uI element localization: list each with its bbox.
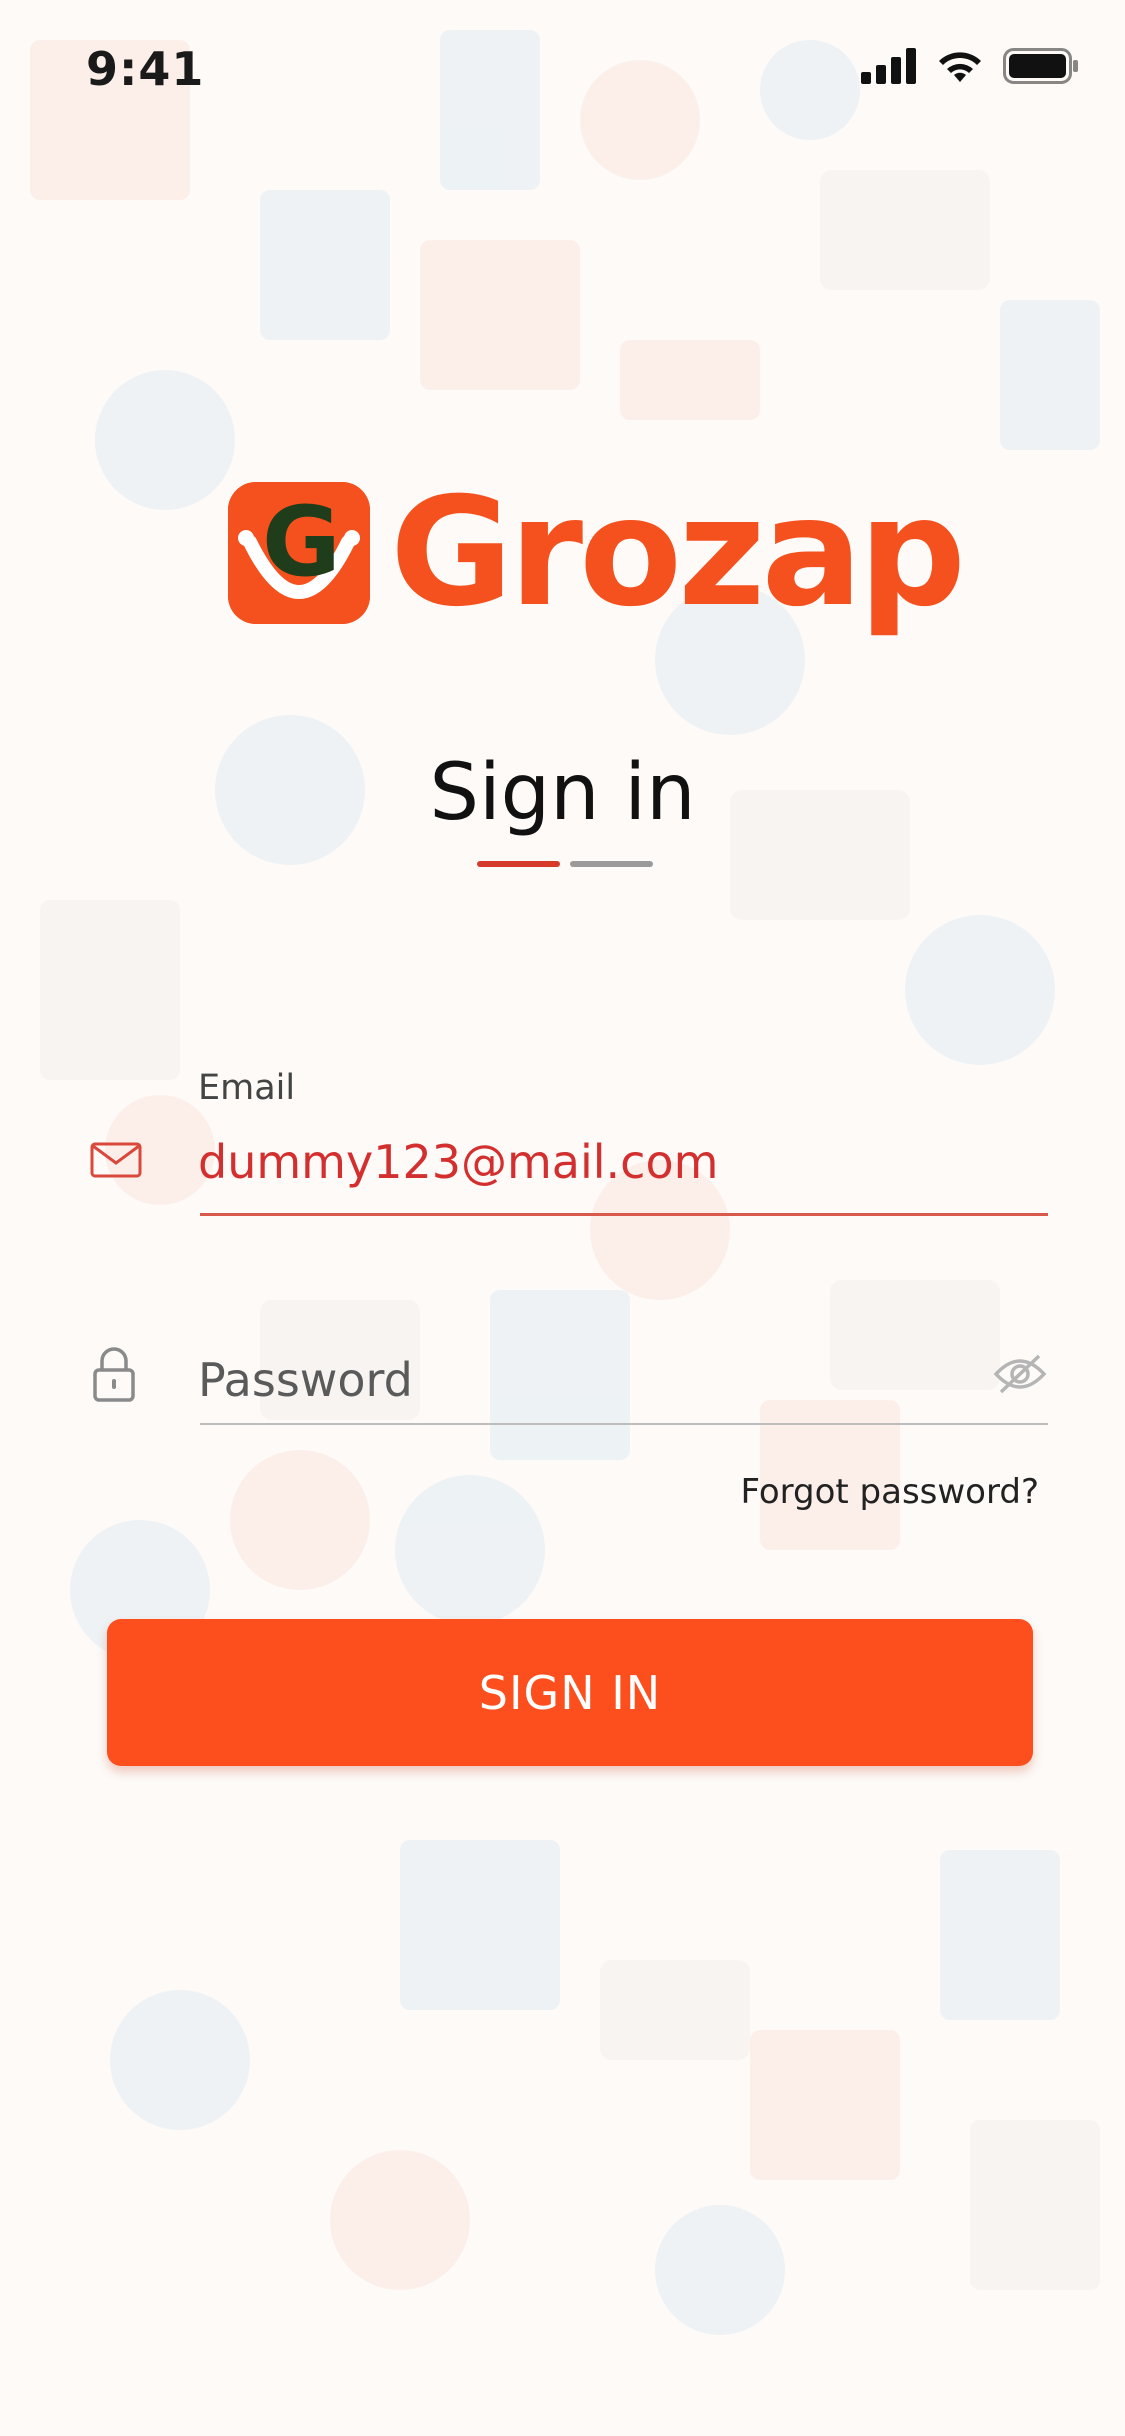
- password-input[interactable]: [198, 1345, 978, 1415]
- status-icons: [861, 48, 1079, 88]
- logo-wordmark: Grozap: [390, 466, 966, 640]
- page-title: Sign in: [429, 748, 696, 838]
- grozap-logo: G Grozap: [228, 466, 966, 640]
- title-underline-inactive: [570, 861, 653, 867]
- logo-mark-letter: G: [262, 486, 341, 598]
- sign-in-button[interactable]: SIGN IN: [107, 1619, 1033, 1766]
- status-time: 9:41: [86, 42, 205, 96]
- cellular-signal-icon: [861, 48, 917, 88]
- mail-icon: [90, 1142, 142, 1182]
- email-label: Email: [198, 1068, 296, 1108]
- email-input[interactable]: dummy123@mail.com: [198, 1135, 718, 1189]
- lock-icon: [92, 1346, 136, 1406]
- password-underline: [200, 1423, 1048, 1425]
- wifi-icon: [935, 48, 985, 88]
- title-underline-active: [477, 861, 560, 867]
- background-pattern: [0, 0, 1125, 2436]
- battery-icon: [1003, 48, 1079, 88]
- email-underline: [200, 1213, 1048, 1216]
- background-pattern-icons: [30, 30, 1100, 2335]
- logo-mark-icon: G: [228, 482, 370, 624]
- hide-password-eye-icon[interactable]: [993, 1352, 1047, 1400]
- status-bar: 9:41: [0, 0, 1125, 140]
- forgot-password-link[interactable]: Forgot password?: [740, 1472, 1039, 1512]
